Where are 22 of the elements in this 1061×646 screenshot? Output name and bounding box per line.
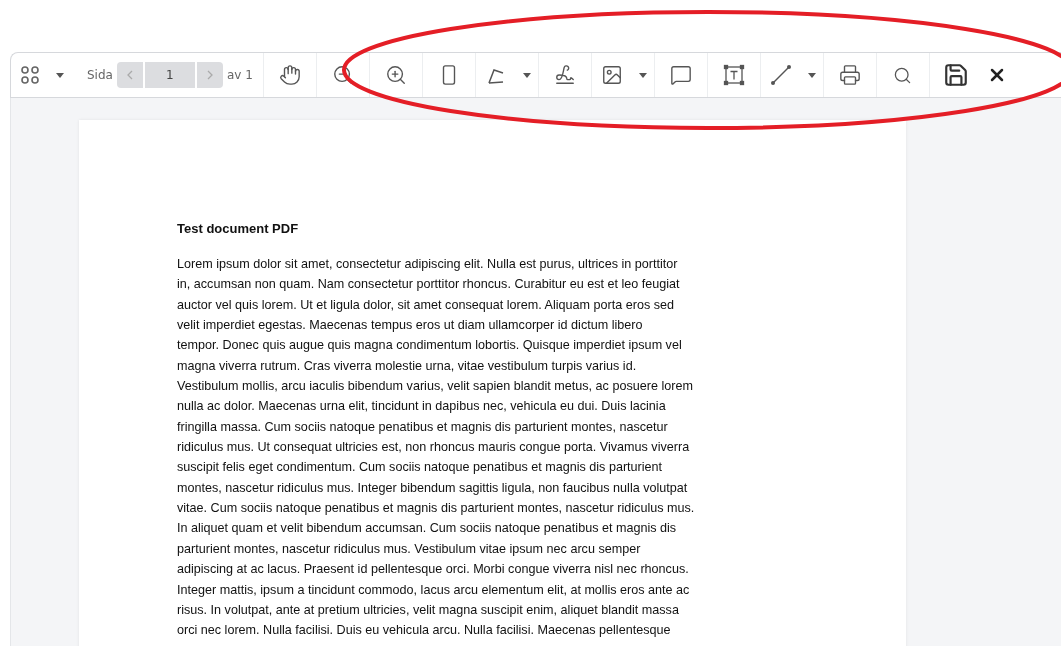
- hand-icon: [278, 64, 301, 86]
- chevron-left-icon: [126, 70, 133, 80]
- document-title: Test document PDF: [177, 221, 300, 236]
- zoom-in-icon: [384, 64, 407, 86]
- print-icon: [838, 64, 861, 86]
- caret-icon: [522, 72, 531, 78]
- chevron-right-icon: [206, 70, 213, 80]
- page-label: Sida: [86, 68, 114, 82]
- page-number-field[interactable]: 1: [144, 62, 195, 88]
- caret-icon: [56, 72, 64, 78]
- caret-icon: [807, 72, 816, 78]
- page-total: av 1: [225, 68, 254, 82]
- document-paragraph: Lorem ipsum dolor sit amet, consectetur adipiscing elit. Nulla est purus, ultrices in porttitor in, accumsan non quam. Nam consectetur porttitor rhoncus. Curabitur eu est et leo feugiat auctor vel quis lorem. Ut et ligula dolor, sit amet consequat lorem. Aliquam porta eros sed velit imperdiet egestas. Maecenas tempus eros ut diam ullamcorper id dictum libero tempor. Donec quis augue quis magna condimentum lobortis. Quisque imperdiet ipsum vel magna viverra rutrum. Cras viverra molestie urna, vitae vestibulum turpis varius id. Vestibulum mollis, arcu iaculis bibendum varius, velit sapien blandit metus, ac posuere lorem nulla ac dolor. Maecenas urna elit, tincidunt in dapibus nec, vehicula eu dui. Duis lacinia fringilla massa. Cum sociis natoque penatibus et magnis dis parturient montes, nascetur ridiculus mus. Ut consequat ultricies est, non rhoncus mauris congue porta. Vivamus viverra suscipit felis eget condimentum. Cum sociis natoque penatibus et magnis dis parturient montes, nascetur ridiculus mus. Integer bibendum sagittis ligula, non faucibus nulla volutpat vitae. Cum sociis natoque penatibus et magnis dis parturient montes, nascetur ridiculus mus. In aliquet quam et velit bibendum accumsan. Cum sociis natoque penatibus et magnis dis parturient montes, nascetur ridiculus mus. Vestibulum vitae ipsum nec arcu semper adipiscing at ac lacus. Praesent id pellentesque orci. Morbi congue viverra nisl nec rhoncus. Integer mattis, ipsum a tincidunt commodo, lacus arcu elementum elit, at mollis eros ante ac risus. In volutpat, ante at pretium ultricies, velit magna suscipit enim, aliquet blandit massa orci nec lorem. Nulla facilisi. Duis eu vehicula arcu. Nulla facilisi. Maecenas pellentesque: [177, 256, 696, 640]
- signature-icon: [553, 64, 576, 86]
- search-icon: [893, 65, 913, 85]
- line-icon: [769, 64, 792, 86]
- caret-icon: [638, 72, 647, 78]
- comment-icon: [669, 64, 692, 86]
- text-box-icon: [722, 64, 745, 86]
- image-icon: [600, 64, 623, 86]
- save-icon: [942, 62, 969, 88]
- grid-icon: [21, 66, 39, 84]
